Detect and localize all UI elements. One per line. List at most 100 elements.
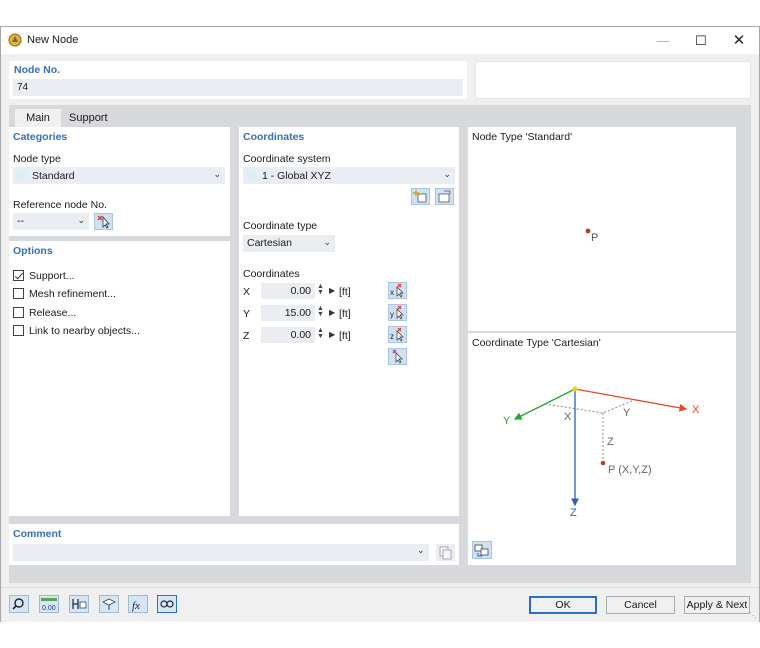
chevron-down-icon: ⌄ <box>213 169 221 179</box>
node-no-input[interactable]: 74 <box>13 79 463 96</box>
x-projection-label: X <box>564 411 572 423</box>
release-checkbox[interactable] <box>13 307 24 318</box>
close-button[interactable]: ✕ <box>720 27 758 54</box>
node-type-label: Node type <box>13 153 61 165</box>
dialog-window: New Node — ☐ ✕ Node No. 74 Main Support … <box>0 26 760 622</box>
node-point-marker <box>585 228 591 234</box>
options-panel: Options Support... Mesh refinement... Re… <box>9 241 230 516</box>
coordinates-title: Coordinates <box>243 131 305 143</box>
pick-z-icon: z <box>390 327 404 342</box>
apply-next-button[interactable]: Apply & Next <box>684 596 750 614</box>
chevron-down-icon: ⌄ <box>77 215 85 225</box>
categories-title: Categories <box>13 131 68 143</box>
svg-text:x: x <box>390 288 394 297</box>
pick-point-button[interactable] <box>388 348 407 365</box>
pick-z-button[interactable]: z <box>388 326 407 343</box>
pick-cursor-icon <box>97 215 110 229</box>
model-icon <box>72 599 87 609</box>
tab-main[interactable]: Main <box>15 109 61 127</box>
origin-marker <box>572 386 578 392</box>
node-point-label: P <box>591 232 599 244</box>
mesh-refinement-checkbox[interactable] <box>13 288 24 299</box>
chevron-down-icon[interactable]: ⌄ <box>417 545 425 556</box>
z-expand-arrow[interactable]: ▶ <box>329 330 335 339</box>
bottom-bar: 0.00 fx OK Cancel Apply & Next ⋱ <box>1 587 759 622</box>
preview-options-button[interactable] <box>472 541 492 559</box>
z-coordinate-input[interactable]: 0.00 <box>261 327 315 343</box>
categories-panel: Categories Node type Standard ⌄ Referenc… <box>9 127 230 236</box>
model-button[interactable] <box>69 595 89 613</box>
reference-node-value: -- <box>17 215 24 227</box>
y-spinner[interactable]: ▲ ▼ <box>317 305 324 318</box>
function-button[interactable]: fx <box>128 595 148 613</box>
coordinate-type-label: Coordinate type <box>243 220 318 232</box>
y-axis-label: Y <box>503 415 511 427</box>
y-unit: [ft] <box>339 308 351 320</box>
view-button[interactable] <box>99 595 119 613</box>
support-checkbox[interactable] <box>13 270 24 281</box>
edit-coordinate-system-button[interactable] <box>435 188 454 205</box>
view-options-icon <box>474 544 489 557</box>
x-expand-arrow[interactable]: ▶ <box>329 286 335 295</box>
ok-button[interactable]: OK <box>529 596 597 614</box>
x-coordinate-input[interactable]: 0.00 <box>261 283 315 299</box>
y-coordinate-input[interactable]: 15.00 <box>261 305 315 321</box>
pick-x-button[interactable]: x <box>388 282 407 299</box>
node-no-panel: Node No. 74 <box>9 61 467 99</box>
link-nearby-checkbox[interactable] <box>13 325 24 336</box>
function-icon-text: fx <box>132 600 140 612</box>
search-button[interactable] <box>9 595 29 613</box>
z-axis-label: Z <box>570 507 577 519</box>
pick-y-icon: y <box>390 305 404 320</box>
support-label: Support... <box>29 270 75 282</box>
x-axis-line <box>574 388 688 412</box>
z-projection-label: Z <box>607 436 614 448</box>
new-icon <box>413 190 427 203</box>
chevron-down-icon: ⌄ <box>443 169 451 179</box>
settings-button[interactable] <box>157 595 177 613</box>
node-type-swatch <box>17 170 27 180</box>
node-no-label: Node No. <box>14 64 61 76</box>
title-bar: New Node — ☐ ✕ <box>1 27 759 54</box>
decimal-icon: 0.00 <box>41 598 57 612</box>
link-nearby-label: Link to nearby objects... <box>29 325 140 337</box>
edit-icon <box>438 190 451 203</box>
node-type-preview-panel: Node Type 'Standard' P <box>468 127 736 331</box>
cancel-button[interactable]: Cancel <box>606 596 675 614</box>
y-axis-label: Y <box>243 308 251 320</box>
minimize-button[interactable]: — <box>644 27 682 54</box>
tab-support[interactable]: Support <box>62 109 114 127</box>
comment-input[interactable] <box>13 544 429 561</box>
x-spinner[interactable]: ▲ ▼ <box>317 283 324 296</box>
z-unit: [ft] <box>339 330 351 342</box>
copy-icon <box>439 546 452 560</box>
comment-panel: Comment ⌄ <box>9 524 459 565</box>
coordinate-type-preview-panel: Coordinate Type 'Cartesian' X Y Z X Y Z … <box>468 333 736 565</box>
mesh-refinement-label: Mesh refinement... <box>29 288 116 300</box>
comment-title: Comment <box>13 528 62 540</box>
coordinate-system-dropdown[interactable]: 1 - Global XYZ ⌄ <box>243 167 455 184</box>
tab-bar: Main Support <box>9 105 751 127</box>
z-spinner[interactable]: ▲ ▼ <box>317 327 324 340</box>
reference-node-dropdown[interactable]: -- ⌄ <box>13 213 89 230</box>
coordinates-panel: Coordinates Coordinate system 1 - Global… <box>239 127 459 516</box>
coordinate-system-swatch <box>247 170 257 180</box>
maximize-button[interactable]: ☐ <box>682 27 720 54</box>
app-icon <box>8 33 22 47</box>
comment-library-button[interactable] <box>436 544 455 561</box>
node-type-dropdown[interactable]: Standard ⌄ <box>13 167 225 184</box>
release-label: Release... <box>29 307 77 319</box>
new-coordinate-system-button[interactable] <box>411 188 430 205</box>
projection-lines <box>544 399 635 414</box>
resize-grip-icon[interactable]: ⋱ <box>749 611 757 620</box>
decimal-places-button[interactable]: 0.00 <box>39 595 59 613</box>
point-marker <box>600 460 606 466</box>
pick-y-button[interactable]: y <box>388 304 407 321</box>
name-panel <box>475 61 751 99</box>
coordinate-type-dropdown[interactable]: Cartesian ⌄ <box>243 235 335 252</box>
function-icon: fx <box>132 600 140 612</box>
y-expand-arrow[interactable]: ▶ <box>329 308 335 317</box>
pick-node-button[interactable] <box>94 213 113 230</box>
axes-diagram <box>513 386 688 507</box>
coordinate-system-label: Coordinate system <box>243 153 331 165</box>
